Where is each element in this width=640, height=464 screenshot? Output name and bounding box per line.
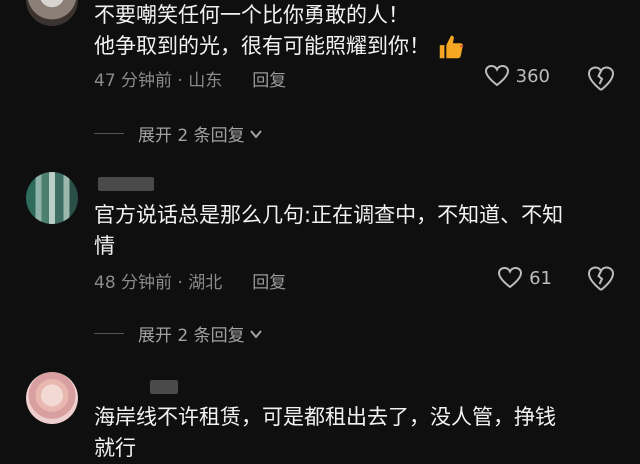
- comment-text-line: 官方说话总是那么几句:正在调查中，不知道、不知: [94, 203, 564, 227]
- broken-heart-icon[interactable]: [586, 64, 616, 94]
- comment-text: 不要嘲笑任何一个比你勇敢的人！ 他争取到的光，很有可能照耀到你！: [94, 0, 614, 62]
- divider: [94, 333, 124, 334]
- avatar[interactable]: [26, 0, 78, 26]
- chevron-down-icon: [249, 129, 262, 139]
- like-count: 61: [529, 267, 552, 289]
- comment-text-line: 不要嘲笑任何一个比你勇敢的人！: [94, 3, 409, 27]
- like-count: 360: [515, 65, 550, 87]
- username[interactable]: [150, 380, 178, 394]
- expand-replies-label: 展开 2 条回复: [138, 326, 245, 346]
- comment-meta: 48 分钟前 · 湖北 回复: [94, 268, 286, 293]
- heart-icon: [484, 64, 509, 87]
- comment-text-line-content: 他争取到的光，很有可能照耀到你！: [94, 34, 430, 58]
- reply-button[interactable]: 回复: [252, 66, 286, 91]
- comment-text-line: 他争取到的光，很有可能照耀到你！: [94, 31, 614, 62]
- comment-text: 官方说话总是那么几句:正在调查中，不知道、不知 情: [94, 200, 614, 262]
- expand-replies-button[interactable]: 展开 2 条回复: [94, 321, 263, 346]
- avatar[interactable]: [26, 172, 78, 224]
- like-button[interactable]: 61: [497, 266, 552, 290]
- comment-meta: 47 分钟前 · 山东 回复: [94, 66, 286, 91]
- chevron-down-icon: [249, 329, 262, 339]
- like-button[interactable]: 360: [484, 64, 550, 88]
- reply-button[interactable]: 回复: [252, 268, 286, 293]
- divider: [94, 133, 124, 134]
- broken-heart-icon[interactable]: [586, 264, 616, 294]
- thumbs-up-emoji-icon: [439, 35, 464, 59]
- comment-item: 海岸线不许租赁，可是都租出去了，没人管，挣钱 就行: [0, 372, 640, 462]
- comment-time-location: 47 分钟前 · 山东: [94, 71, 223, 91]
- comment-item: 不要嘲笑任何一个比你勇敢的人！ 他争取到的光，很有可能照耀到你！ 47 分钟前 …: [0, 0, 640, 160]
- comment-text: 海岸线不许租赁，可是都租出去了，没人管，挣钱 就行: [94, 402, 614, 464]
- avatar[interactable]: [26, 372, 78, 424]
- username[interactable]: [98, 177, 154, 191]
- expand-replies-button[interactable]: 展开 2 条回复: [94, 121, 263, 146]
- comment-text-line: 情: [94, 234, 115, 258]
- heart-icon: [498, 266, 523, 289]
- comment-item: 官方说话总是那么几句:正在调查中，不知道、不知 情 48 分钟前 · 湖北 回复…: [0, 172, 640, 352]
- comment-text-line: 海岸线不许租赁，可是都租出去了，没人管，挣钱: [94, 405, 556, 429]
- expand-replies-label: 展开 2 条回复: [138, 126, 245, 146]
- comment-time-location: 48 分钟前 · 湖北: [94, 273, 223, 293]
- comment-text-line: 就行: [94, 436, 136, 460]
